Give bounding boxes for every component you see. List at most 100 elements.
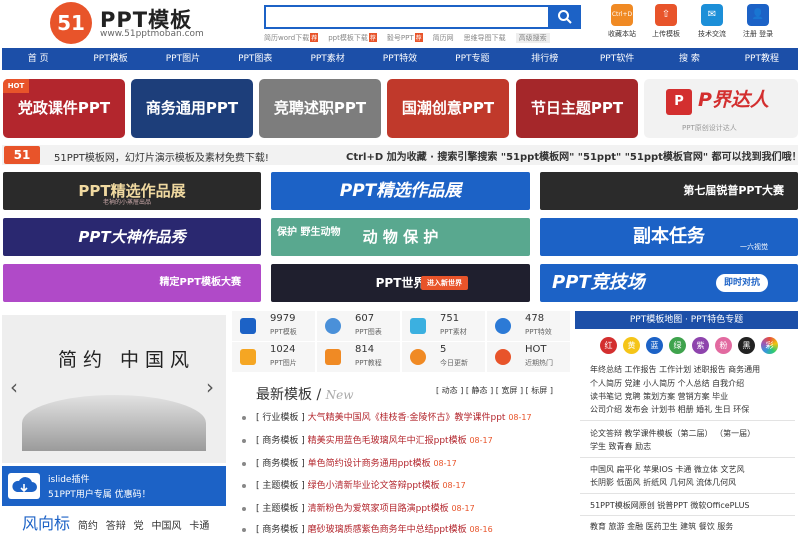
map-tag-line[interactable]: 中国风 扁平化 苹果IOS 卡通 微立体 文艺风 xyxy=(590,464,744,475)
color-yellow[interactable]: 黄 xyxy=(623,337,640,354)
color-green[interactable]: 绿 xyxy=(669,337,686,354)
stat-ppt-templates[interactable]: 9979 PPT模板 xyxy=(232,311,316,341)
nav-ppt-topics[interactable]: PPT专题 xyxy=(436,48,508,70)
list-item[interactable]: [ 商务模板 ] 单色简约设计商务通用ppt模板 08-17 xyxy=(242,456,457,469)
banner-copy-mission[interactable]: 副本任务 一六视觉 xyxy=(540,218,798,256)
banner-showcase-1[interactable]: PPT精选作品展 老衲的小蒸屉出品 xyxy=(3,172,261,210)
site-header: 51 PPT模板 www.51pptmoban.com 简历word下载荐 pp… xyxy=(0,0,800,46)
stat-ppt-materials[interactable]: 751 PPT素材 xyxy=(402,311,486,341)
battle-now-button[interactable]: 即时对抗 xyxy=(716,274,769,292)
stat-recent-hot[interactable]: HOT 近期热门 xyxy=(487,342,571,372)
hot-word-link[interactable]: ppt模板下载荐 xyxy=(328,33,377,43)
nav-ppt-materials[interactable]: PPT素材 xyxy=(291,48,363,70)
nav-ppt-tutorials[interactable]: PPT教程 xyxy=(726,48,798,70)
refresh-icon xyxy=(410,349,426,365)
banner-master-works[interactable]: PPT大神作品秀 xyxy=(3,218,261,256)
category-competition[interactable]: 竞聘述职PPT xyxy=(259,79,381,138)
color-filter-row: 红 黄 蓝 绿 紫 粉 黑 彩 xyxy=(600,337,778,354)
color-purple[interactable]: 紫 xyxy=(692,337,709,354)
stat-ppt-effects[interactable]: 478 PPT特效 xyxy=(487,311,571,341)
map-tag-line[interactable]: 论文答辩 教学课件模板（第二届） （第一届） xyxy=(590,428,755,439)
enter-world-button[interactable]: 进入新世界 xyxy=(421,276,468,290)
hot-tag: 荐 xyxy=(368,33,377,42)
list-item[interactable]: [ 商务模板 ] 精美实用蓝色毛玻璃风年中汇报ppt模板 08-17 xyxy=(242,433,493,446)
hot-word-link[interactable]: 思维导图下载 xyxy=(464,33,506,43)
color-black[interactable]: 黑 xyxy=(738,337,755,354)
map-tag-line[interactable]: 教育 旅游 金融 医药卫生 建筑 餐饮 服务 xyxy=(590,521,733,532)
hot-search-words: 简历word下载荐 ppt模板下载荐 毅号PPT 荐 简历网 思维导图下载 高级搜… xyxy=(264,33,550,43)
category-festival[interactable]: 节日主题PPT xyxy=(516,79,638,138)
trend-keyword[interactable]: 简约 xyxy=(78,521,98,532)
pie-chart-icon xyxy=(325,318,341,334)
category-p-master[interactable]: P P界达人 PPT原创设计达人 xyxy=(644,79,798,138)
stat-ppt-images[interactable]: 1024 PPT图片 xyxy=(232,342,316,372)
list-item[interactable]: [ 商务模板 ] 磨砂玻璃质感紫色商务年中总结ppt模板 08-16 xyxy=(242,522,493,535)
islide-promo[interactable]: islide插件 51PPT用户专属 优惠码！ xyxy=(2,466,226,506)
slider-next-arrow[interactable]: › xyxy=(206,375,214,399)
nav-ppt-software[interactable]: PPT软件 xyxy=(581,48,653,70)
list-item[interactable]: [ 主题模板 ] 绿色小清新毕业论文答辩ppt模板 08-17 xyxy=(242,478,466,491)
banner-ppt-contest[interactable]: 精定PPT模板大赛 xyxy=(3,264,261,302)
advanced-search-link[interactable]: 高级搜索 xyxy=(515,33,550,43)
banner-showcase-2[interactable]: PPT精选作品展 xyxy=(271,172,530,210)
color-red[interactable]: 红 xyxy=(600,337,617,354)
trend-keyword[interactable]: 卡通 xyxy=(189,521,209,532)
color-pink[interactable]: 粉 xyxy=(715,337,732,354)
map-tag-line[interactable]: 长阴影 低面风 折纸风 几何风 流体几何风 xyxy=(590,477,736,488)
map-tag-line[interactable]: 公司介绍 发布会 计划书 相册 婚礼 生日 环保 xyxy=(590,404,749,415)
map-tag-line[interactable]: 个人简历 党建 小人简历 个人总结 自我介绍 xyxy=(590,378,744,389)
stat-ppt-tutorials[interactable]: 814 PPT教程 xyxy=(317,342,401,372)
trend-keyword[interactable]: 中国风 xyxy=(152,521,182,532)
nav-ppt-images[interactable]: PPT图片 xyxy=(147,48,219,70)
map-tag-line[interactable]: 51PPT模板网原创 锐普PPT 微软OfficePLUS xyxy=(590,500,750,511)
featured-slider[interactable]: 简约 中国风 ‹ › xyxy=(2,315,226,463)
color-multi[interactable]: 彩 xyxy=(761,337,778,354)
search-button[interactable] xyxy=(550,5,581,29)
register-login-button[interactable]: 👤 注册 登录 xyxy=(738,4,778,39)
banner-animal-protection[interactable]: 保护 野生动物 动 物 保 护 xyxy=(271,218,530,256)
hot-word-link[interactable]: 毅号PPT 荐 xyxy=(387,33,423,43)
stat-ppt-charts[interactable]: 607 PPT图表 xyxy=(317,311,401,341)
divider xyxy=(580,493,795,494)
map-tag-line[interactable]: 年终总结 工作报告 工作计划 述职报告 商务通用 xyxy=(590,364,760,375)
hot-word-link[interactable]: 简历网 xyxy=(433,33,454,43)
nav-home[interactable]: 首 页 xyxy=(2,48,74,70)
logo-mark[interactable]: 51 xyxy=(50,2,92,44)
tech-exchange-button[interactable]: ✉ 技术交流 xyxy=(692,4,732,39)
ctrl-d-icon: Ctrl+D xyxy=(611,4,633,26)
slider-title: 简约 中国风 xyxy=(58,349,196,371)
hot-word-link[interactable]: 简历word下载荐 xyxy=(264,33,319,43)
list-item[interactable]: [ 行业模板 ] 大气精美中国风《桂枝香·金陵怀古》教学课件ppt 08-17 xyxy=(242,410,532,423)
nav-rankings[interactable]: 排行榜 xyxy=(509,48,581,70)
nav-search[interactable]: 搜 索 xyxy=(653,48,725,70)
banner-ppt-arena[interactable]: PPT竞技场 即时对抗 xyxy=(540,264,798,302)
banner-ppt-world[interactable]: PPT世界 进入新世界 xyxy=(271,264,530,302)
banner-ruipu-contest[interactable]: 第七届锐普PPT大赛 xyxy=(540,172,798,210)
category-business[interactable]: 商务通用PPT xyxy=(131,79,253,138)
loading-icon xyxy=(495,318,511,334)
color-blue[interactable]: 蓝 xyxy=(646,337,663,354)
map-tag-line[interactable]: 读书笔记 竞聘 策划方案 营销方案 毕业 xyxy=(590,391,728,402)
upload-template-button[interactable]: ⇧ 上传模板 xyxy=(646,4,686,39)
nav-ppt-charts[interactable]: PPT图表 xyxy=(219,48,291,70)
trend-keyword[interactable]: 党 xyxy=(134,521,144,532)
search-input[interactable] xyxy=(264,5,550,29)
nav-ppt-effects[interactable]: PPT特效 xyxy=(364,48,436,70)
user-icon: 👤 xyxy=(747,4,769,26)
ink-mountain-art xyxy=(22,395,206,451)
slider-prev-arrow[interactable]: ‹ xyxy=(10,375,18,399)
stat-today-updates[interactable]: 5 今日更新 xyxy=(402,342,486,372)
category-party-course[interactable]: HOT 党政课件PPT xyxy=(3,79,125,138)
map-tag-line[interactable]: 学生 致青春 励志 xyxy=(590,441,651,452)
trend-keyword[interactable]: 答辩 xyxy=(106,521,126,532)
category-guochao[interactable]: 国潮创意PPT xyxy=(387,79,509,138)
list-item[interactable]: [ 主题模板 ] 清新粉色为爱筑家项目路演ppt模板 08-17 xyxy=(242,501,475,514)
hot-tag: 荐 xyxy=(414,33,423,42)
nav-ppt-templates[interactable]: PPT模板 xyxy=(74,48,146,70)
search-icon xyxy=(558,10,572,24)
divider xyxy=(580,457,795,458)
notice-bar: 51 51PPT模板网，幻灯片演示模板及素材免费下载! Ctrl+D 加为收藏 … xyxy=(2,145,800,165)
latest-filters[interactable]: [ 动态 ] [ 静态 ] [ 宽屏 ] [ 标屏 ] xyxy=(436,385,553,396)
bookmark-site-button[interactable]: Ctrl+D 收藏本站 xyxy=(602,4,642,39)
cloud-download-icon xyxy=(8,473,40,499)
